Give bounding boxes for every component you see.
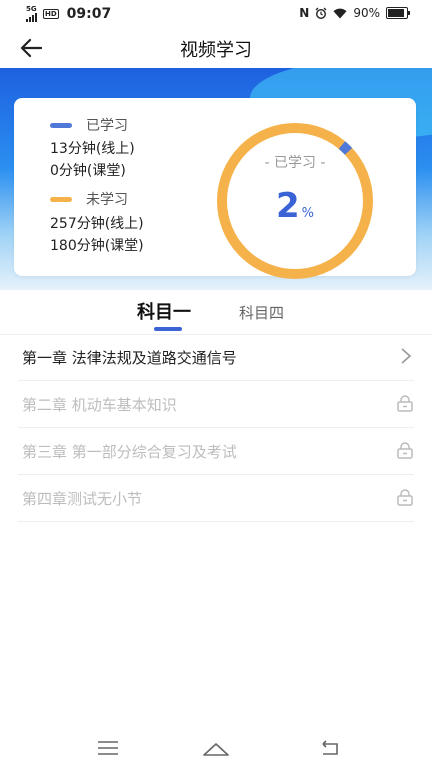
studied-swatch (50, 122, 72, 128)
unstudied-swatch (50, 196, 72, 202)
tab-subject-4[interactable]: 科目四 (239, 302, 284, 323)
chapter-item-1[interactable]: 第一章 法律法规及道路交通信号 (18, 334, 414, 381)
home-icon[interactable] (202, 738, 230, 758)
tab-subject-1[interactable]: 科目一 (137, 298, 191, 324)
unstudied-class: 180分钟(课堂) (50, 238, 144, 254)
ring-caption: - 已学习 - (264, 155, 326, 171)
legend-studied: 已学习 (50, 115, 128, 135)
system-nav-bar (0, 730, 432, 768)
tab-active-indicator (154, 327, 182, 331)
status-left: 5G HD 09:07 (26, 6, 111, 22)
chapter-item-4[interactable]: 第四章测试无小节 (18, 475, 414, 522)
chapter-label: 第一章 法律法规及道路交通信号 (22, 349, 237, 367)
alarm-icon (315, 7, 327, 19)
battery-percent: 90% (353, 6, 380, 20)
wifi-icon (333, 8, 347, 18)
chapter-item-2[interactable]: 第二章 机动车基本知识 (18, 381, 414, 428)
signal-icon: 5G (26, 6, 37, 22)
studied-online: 13分钟(线上) (50, 141, 135, 157)
subject-tabs: 科目一 科目四 (0, 290, 432, 335)
unstudied-label: 未学习 (86, 192, 128, 208)
chapter-label: 第二章 机动车基本知识 (22, 396, 177, 414)
network-type: 5G (26, 5, 37, 13)
studied-class: 0分钟(课堂) (50, 163, 126, 179)
nfc-icon: N (299, 6, 310, 20)
chapter-item-3[interactable]: 第三章 第一部分综合复习及考试 (18, 428, 414, 475)
chapter-label: 第三章 第一部分综合复习及考试 (22, 443, 237, 461)
page-title: 视频学习 (180, 40, 252, 61)
app-header: 视频学习 (0, 28, 432, 68)
lock-icon (397, 442, 413, 459)
progress-unit: % (301, 206, 315, 221)
progress-number: 2 (275, 186, 300, 226)
hd-badge: HD (43, 9, 59, 19)
status-bar: 5G HD 09:07 N 90% (0, 0, 432, 28)
battery-icon (386, 7, 410, 19)
status-right: N 90% (299, 6, 410, 20)
lock-icon (397, 489, 413, 506)
menu-icon[interactable] (96, 738, 120, 758)
studied-label: 已学习 (86, 118, 128, 134)
chevron-right-icon (401, 348, 412, 364)
progress-value: 2% (212, 186, 378, 226)
legend-unstudied: 未学习 (50, 189, 128, 209)
chapter-list: 第一章 法律法规及道路交通信号 第二章 机动车基本知识 第三章 第一部分综合复习… (18, 334, 414, 522)
unstudied-online: 257分钟(线上) (50, 216, 144, 232)
chapter-label: 第四章测试无小节 (22, 490, 143, 508)
back-icon[interactable] (318, 738, 342, 758)
clock: 09:07 (66, 6, 112, 22)
lock-icon (397, 395, 413, 412)
